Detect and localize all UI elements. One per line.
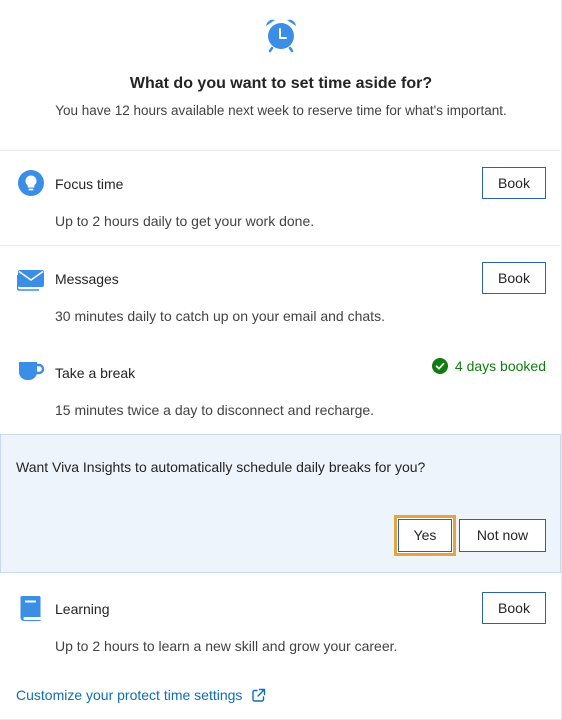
take-a-break-description: 15 minutes twice a day to disconnect and… bbox=[55, 402, 375, 418]
booked-status: 4 days booked bbox=[431, 358, 546, 374]
learning-book-button[interactable]: Book bbox=[482, 592, 546, 624]
customize-settings-link-label: Customize your protect time settings bbox=[16, 687, 243, 703]
auto-schedule-prompt-text: Want Viva Insights to automatically sche… bbox=[16, 459, 426, 475]
focus-time-description: Up to 2 hours daily to get your work don… bbox=[55, 213, 315, 229]
learning-description: Up to 2 hours to learn a new skill and g… bbox=[55, 638, 398, 654]
yes-button[interactable]: Yes bbox=[398, 519, 452, 552]
divider bbox=[0, 150, 562, 151]
coffee-cup-icon bbox=[19, 362, 45, 380]
learning-title: Learning bbox=[55, 601, 110, 617]
not-now-button[interactable]: Not now bbox=[459, 519, 546, 552]
lightbulb-icon bbox=[18, 170, 44, 196]
focus-time-title: Focus time bbox=[55, 176, 124, 192]
messages-book-button[interactable]: Book bbox=[482, 262, 546, 294]
checkmark-circle-icon bbox=[431, 358, 448, 374]
customize-settings-link[interactable]: Customize your protect time settings bbox=[16, 687, 266, 703]
alarm-clock-icon bbox=[266, 19, 296, 53]
take-a-break-title: Take a break bbox=[55, 365, 136, 381]
external-link-icon bbox=[252, 688, 266, 702]
page-subtitle: You have 12 hours available next week to… bbox=[55, 103, 507, 118]
auto-schedule-prompt bbox=[0, 434, 561, 573]
messages-description: 30 minutes daily to catch up on your ema… bbox=[55, 308, 385, 324]
envelope-icon bbox=[17, 270, 44, 291]
divider bbox=[0, 245, 562, 246]
booked-status-label: 4 days booked bbox=[454, 358, 546, 374]
book-icon bbox=[20, 596, 41, 621]
messages-title: Messages bbox=[55, 271, 119, 287]
page-title: What do you want to set time aside for? bbox=[129, 75, 433, 92]
focus-time-book-button[interactable]: Book bbox=[482, 167, 546, 199]
